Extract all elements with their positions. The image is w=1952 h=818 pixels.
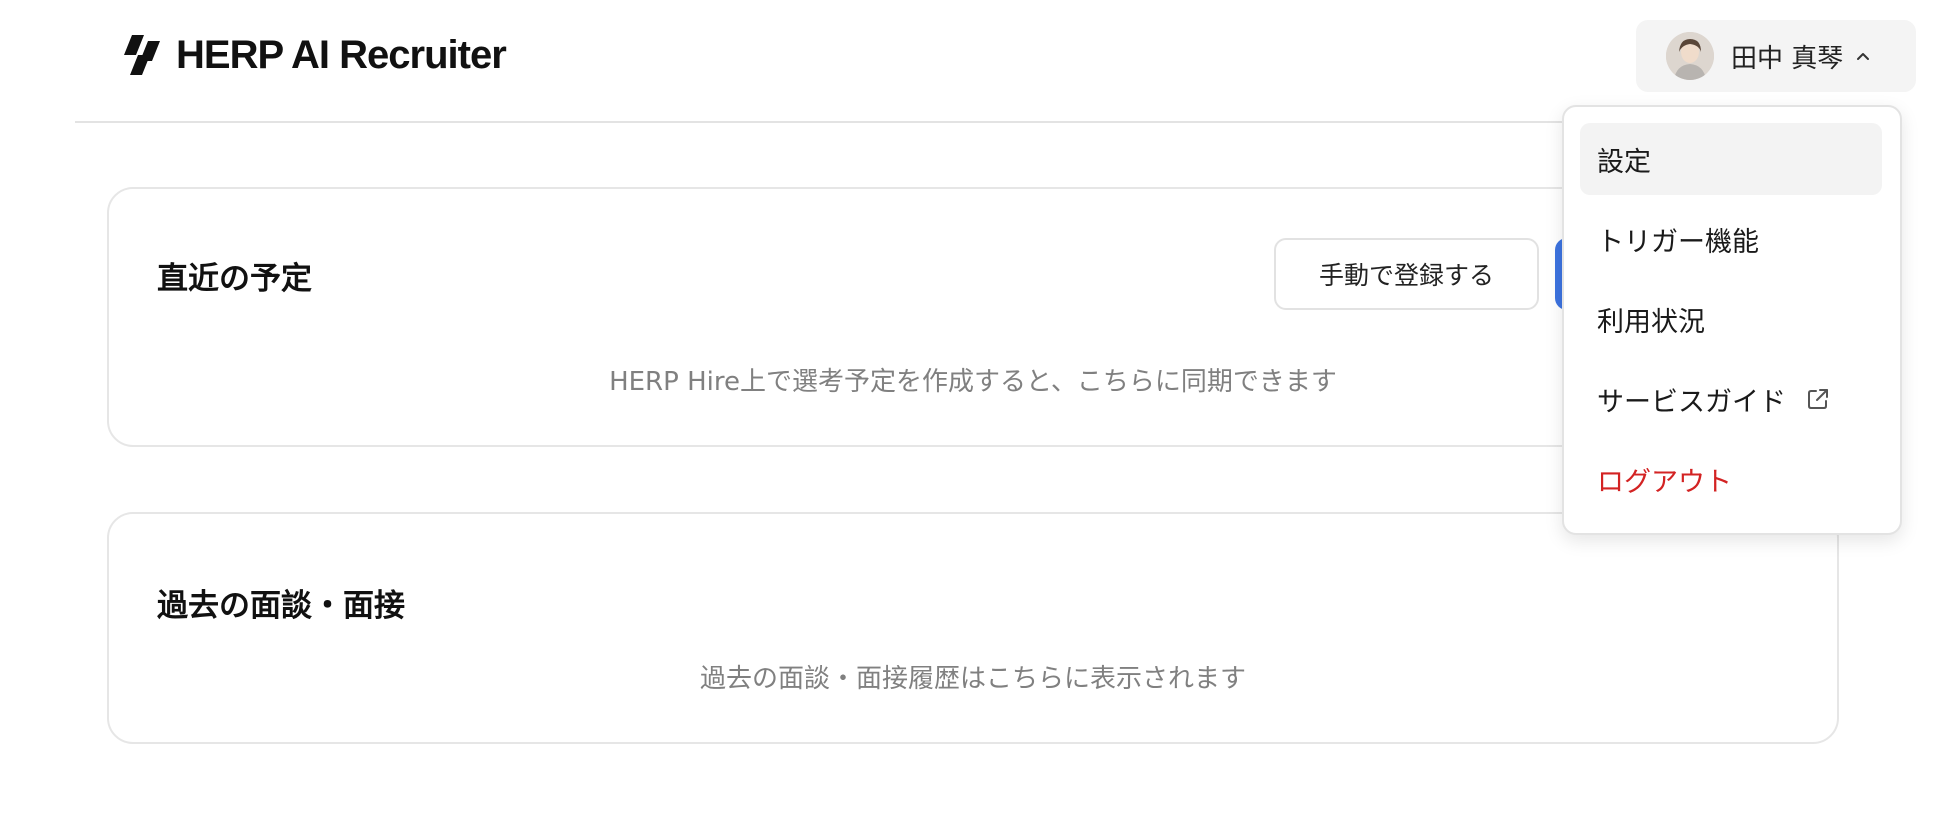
menu-item-label: 利用状況 — [1597, 306, 1705, 338]
past-empty-message: 過去の面談・面接履歴はこちらに表示されます — [699, 664, 1246, 694]
menu-item-label: トリガー機能 — [1597, 226, 1759, 258]
menu-item-label: ログアウト — [1597, 466, 1732, 498]
menu-item-label: 設定 — [1597, 146, 1651, 178]
app-logo[interactable]: HERP AI Recruiter — [118, 31, 507, 79]
menu-item-logout[interactable]: ログアウト — [1580, 443, 1882, 515]
upcoming-title: 直近の予定 — [157, 261, 312, 297]
user-menu-button[interactable]: 田中 真琴 — [1636, 20, 1916, 92]
user-dropdown-menu: 設定 トリガー機能 利用状況 サービスガイド ログアウト — [1562, 105, 1902, 535]
chevron-up-icon — [1857, 53, 1870, 60]
menu-item-service-guide[interactable]: サービスガイド — [1580, 363, 1882, 435]
past-title: 過去の面談・面接 — [157, 588, 405, 624]
external-link-icon — [1808, 389, 1828, 409]
menu-item-usage[interactable]: 利用状況 — [1580, 283, 1882, 355]
menu-item-settings[interactable]: 設定 — [1580, 123, 1882, 195]
menu-item-label: サービスガイド — [1597, 386, 1786, 418]
manual-register-button[interactable]: 手動で登録する — [1274, 238, 1539, 310]
past-interviews-card: 過去の面談・面接 過去の面談・面接履歴はこちらに表示されます — [107, 512, 1839, 744]
app-name: HERP AI Recruiter — [176, 33, 507, 77]
menu-item-trigger[interactable]: トリガー機能 — [1580, 203, 1882, 275]
avatar — [1666, 32, 1714, 80]
user-name: 田中 真琴 — [1731, 43, 1844, 74]
herp-logo-icon — [124, 35, 160, 75]
